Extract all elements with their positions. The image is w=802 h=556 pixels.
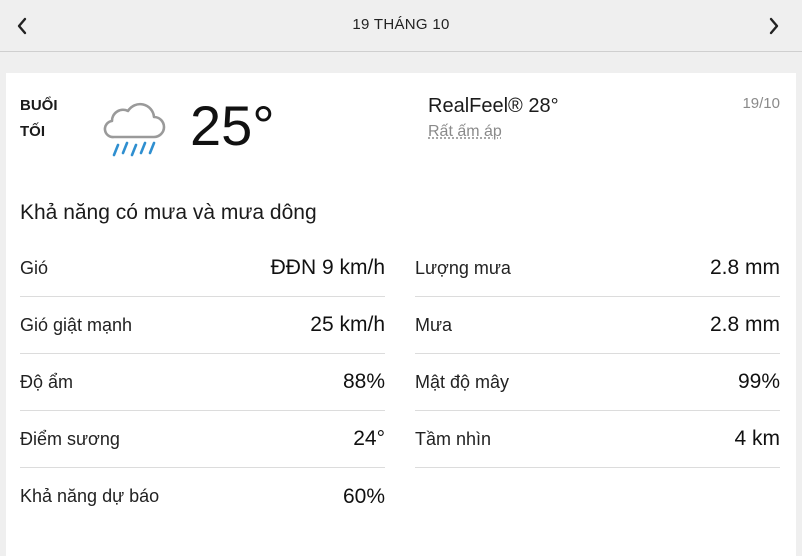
realfeel-description[interactable]: Rất ấm áp — [428, 123, 502, 141]
detail-row-wind-gusts: Gió giật mạnh 25 km/h — [20, 297, 385, 354]
details-left-column: Gió ĐĐN 9 km/h Gió giật mạnh 25 km/h Độ … — [20, 240, 385, 525]
detail-row-precipitation: Lượng mưa 2.8 mm — [415, 240, 780, 297]
period-line-1: BUỔI — [20, 97, 58, 114]
detail-row-cloud-cover: Mật độ mây 99% — [415, 354, 780, 411]
period-line-2: TỐI — [20, 123, 45, 140]
detail-label: Độ ẩm — [20, 371, 74, 392]
detail-value: 25 km/h — [310, 313, 385, 336]
cloud-rain-icon — [100, 99, 166, 161]
weather-phrase: Khả năng có mưa và mưa dông — [20, 201, 317, 224]
detail-label: Lượng mưa — [415, 257, 511, 278]
detail-row-dew-point: Điểm sương 24° — [20, 411, 385, 468]
detail-label: Mật độ mây — [415, 371, 510, 392]
temperature: 25° — [190, 94, 275, 157]
detail-value: 2.8 mm — [709, 256, 780, 279]
details-right-column: Lượng mưa 2.8 mm Mưa 2.8 mm Mật độ mây 9… — [415, 240, 780, 468]
detail-label: Khả năng dự báo — [20, 486, 160, 506]
detail-value: 24° — [353, 427, 385, 450]
detail-value: 4 km — [734, 427, 780, 450]
forecast-date: 19/10 — [742, 95, 780, 112]
detail-value: 2.8 mm — [709, 313, 780, 336]
detail-label: Gió giật mạnh — [20, 314, 133, 335]
period-label: BUỔI TỐI — [20, 93, 58, 145]
realfeel-value: RealFeel® 28° — [428, 95, 559, 117]
detail-row-wind: Gió ĐĐN 9 km/h — [20, 240, 385, 297]
detail-label: Tầm nhìn — [415, 428, 492, 449]
detail-row-humidity: Độ ẩm 88% — [20, 354, 385, 411]
detail-row-rain: Mưa 2.8 mm — [415, 297, 780, 354]
date-navigation-bar: 19 THÁNG 10 — [0, 0, 802, 52]
chevron-right-icon[interactable] — [764, 14, 784, 38]
detail-value: 88% — [342, 370, 385, 393]
detail-value: 99% — [737, 370, 780, 393]
detail-row-visibility: Tầm nhìn 4 km — [415, 411, 780, 468]
detail-value: ĐĐN 9 km/h — [270, 256, 385, 279]
detail-label: Mưa — [415, 314, 453, 335]
detail-row-probability: Khả năng dự báo 60% — [20, 468, 385, 525]
detail-value: 60% — [342, 484, 385, 508]
detail-label: Điểm sương — [20, 428, 120, 449]
forecast-card: BUỔI TỐI 25° RealFeel® 28° Rất ấm áp 19/… — [6, 73, 796, 556]
date-title: 19 THÁNG 10 — [352, 16, 450, 33]
detail-label: Gió — [20, 257, 49, 278]
